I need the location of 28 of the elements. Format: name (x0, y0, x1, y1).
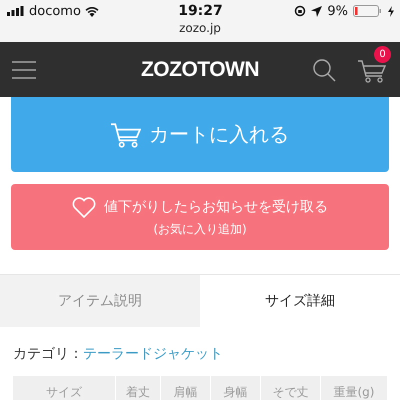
add-to-cart-button[interactable]: カートに入れる (11, 97, 389, 172)
price-alert-button[interactable]: 値下がりしたらお知らせを受け取る (お気に入り追加) (11, 184, 389, 250)
battery-icon (352, 5, 383, 17)
wifi-icon (84, 6, 99, 16)
menu-icon[interactable] (12, 60, 36, 78)
heart-icon (72, 196, 96, 218)
category-link[interactable]: テーラードジャケット (83, 345, 223, 363)
site-logo[interactable]: ZOZOTOWN (140, 58, 260, 82)
location-arrow-icon (311, 6, 322, 16)
battery-percent: 9% (327, 4, 348, 18)
column-header: サイズ (45, 384, 83, 400)
carrier-name: docomo (29, 4, 81, 18)
signal-icon (7, 6, 25, 16)
cart-count-badge: 0 (374, 46, 391, 62)
tab[interactable]: アイテム説明 (0, 275, 200, 327)
charging-bolt-icon (388, 6, 394, 16)
cart-icon[interactable] (358, 58, 386, 84)
cart-icon (111, 120, 141, 148)
category-label: カテゴリ： (13, 345, 83, 363)
column-header: 重量(g) (320, 376, 387, 400)
column-header: 身幅 (210, 376, 260, 400)
column-header: 肩幅 (160, 376, 210, 400)
column-header: そで丈 (260, 376, 320, 400)
search-icon[interactable] (312, 58, 336, 82)
rotation-lock-icon (294, 5, 306, 17)
column-header: 着丈 (115, 376, 160, 400)
clock-time: 19:27 (178, 3, 223, 19)
page-url: zozo.jp (179, 21, 221, 35)
